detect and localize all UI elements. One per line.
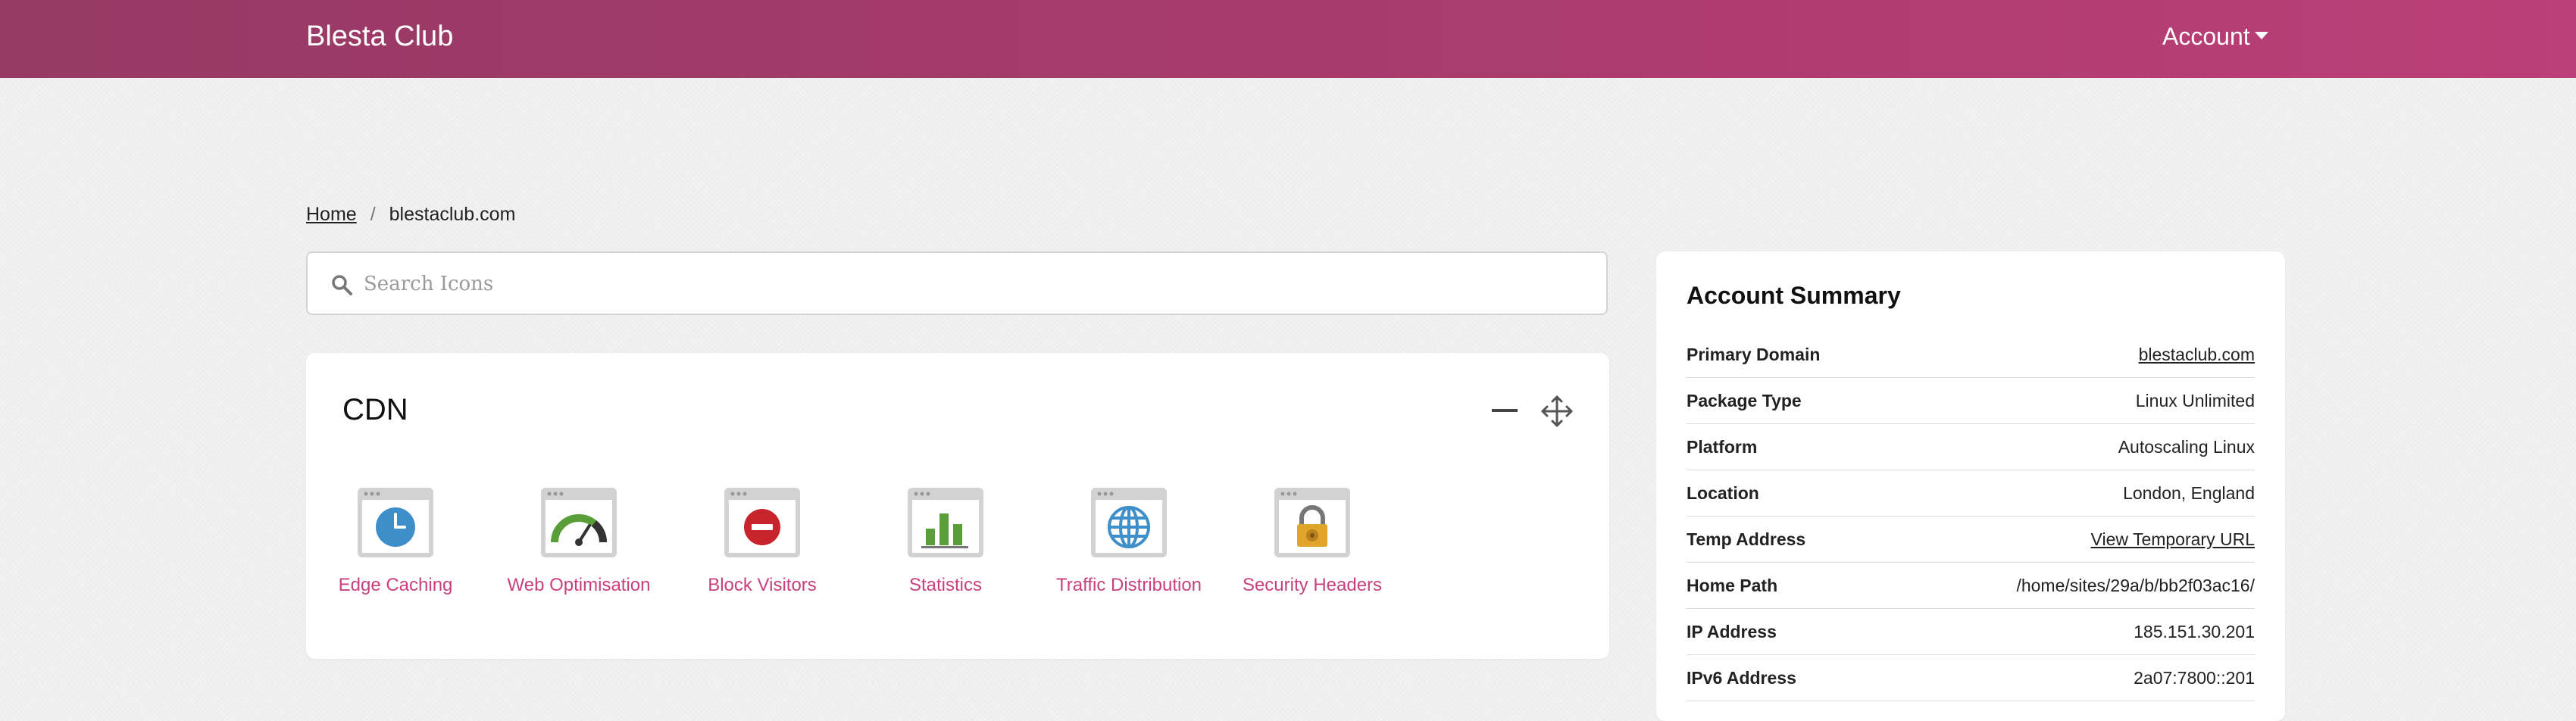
move-icon[interactable]: [1540, 394, 1574, 429]
account-dropdown[interactable]: Account: [2162, 18, 2268, 55]
padlock-icon: [1274, 488, 1350, 557]
row-key: IP Address: [1687, 621, 1777, 641]
row-key: IPv6 Address: [1687, 667, 1796, 688]
summary-row-ipv6-address: IPv6 Address 2a07:7800::201: [1687, 655, 2255, 701]
bar-chart-icon: [908, 488, 983, 557]
row-key: Package Type: [1687, 390, 1802, 410]
cdn-tile-security-headers[interactable]: Security Headers: [1236, 486, 1388, 598]
summary-row-package-type: Package Type Linux Unlimited: [1687, 378, 2255, 424]
row-key: Home Path: [1687, 575, 1778, 595]
summary-row-ip-address: IP Address 185.151.30.201: [1687, 609, 2255, 655]
summary-row-home-path: Home Path /home/sites/29a/b/bb2f03ac16/: [1687, 563, 2255, 609]
breadcrumb-home-link[interactable]: Home: [306, 204, 357, 225]
breadcrumb-current: blestaclub.com: [389, 204, 516, 225]
search-input[interactable]: [362, 253, 1577, 315]
summary-row-primary-domain: Primary Domain blestaclub.com: [1687, 332, 2255, 378]
tile-label: Web Optimisation: [507, 575, 651, 595]
no-entry-icon: [724, 488, 800, 557]
speedometer-icon: [541, 488, 617, 557]
cdn-card: CDN Edge Caching Web Optimisation Block …: [306, 353, 1609, 659]
cdn-title: CDN: [342, 393, 408, 426]
breadcrumb: Home / blestaclub.com: [306, 201, 515, 227]
row-key: Platform: [1687, 436, 1758, 457]
minimize-icon[interactable]: [1492, 409, 1518, 412]
row-key: Primary Domain: [1687, 344, 1821, 364]
cdn-tile-edge-caching[interactable]: Edge Caching: [320, 486, 471, 598]
view-temporary-url-link[interactable]: View Temporary URL: [2091, 529, 2255, 550]
row-value: 2a07:7800::201: [2134, 667, 2255, 688]
summary-rows: Primary Domain blestaclub.com Package Ty…: [1687, 332, 2255, 701]
row-key: Temp Address: [1687, 529, 1806, 549]
tile-label: Security Headers: [1242, 575, 1383, 595]
cdn-tile-statistics[interactable]: Statistics: [870, 486, 1021, 598]
tile-label: Traffic Distribution: [1055, 575, 1202, 595]
cdn-tile-traffic-distribution[interactable]: Traffic Distribution: [1053, 486, 1205, 598]
globe-icon: [1091, 488, 1167, 557]
primary-domain-link[interactable]: blestaclub.com: [2139, 345, 2255, 365]
tile-label: Edge Caching: [338, 575, 453, 595]
row-value: Linux Unlimited: [2135, 390, 2255, 410]
row-key: Location: [1687, 482, 1759, 503]
breadcrumb-separator: /: [370, 204, 376, 225]
row-value: London, England: [2123, 482, 2255, 503]
row-value: 185.151.30.201: [2134, 621, 2255, 641]
tile-label: Statistics: [908, 575, 983, 595]
caret-down-icon: [2254, 31, 2268, 39]
account-label: Account: [2162, 23, 2250, 50]
brand-name[interactable]: Blesta Club: [306, 17, 453, 56]
top-navbar: Blesta Club Account: [0, 0, 2576, 78]
summary-row-temp-address: Temp Address View Temporary URL: [1687, 517, 2255, 563]
summary-row-location: Location London, England: [1687, 470, 2255, 517]
summary-title: Account Summary: [1687, 282, 1901, 309]
account-summary-card: Account Summary Primary Domain blestaclu…: [1656, 251, 2285, 721]
tile-label: Block Visitors: [708, 575, 817, 595]
row-value: Autoscaling Linux: [2118, 436, 2255, 457]
row-value: /home/sites/29a/b/bb2f03ac16/: [2016, 575, 2255, 595]
search-box: [306, 251, 1608, 315]
cdn-tile-block-visitors[interactable]: Block Visitors: [686, 486, 838, 598]
clock-icon: [358, 488, 433, 557]
cdn-tile-web-optimisation[interactable]: Web Optimisation: [503, 486, 655, 598]
search-icon: [332, 275, 352, 295]
summary-row-platform: Platform Autoscaling Linux: [1687, 424, 2255, 470]
